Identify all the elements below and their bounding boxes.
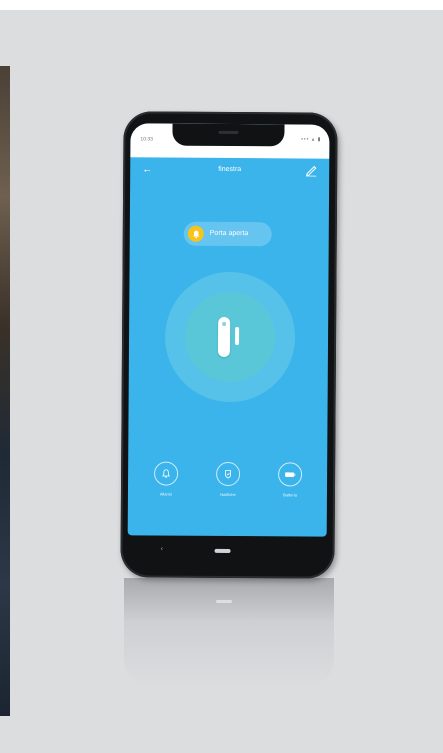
shield-icon — [216, 461, 241, 487]
door-status-label: Porta aperta — [209, 229, 249, 238]
system-nav-bar: ‹ — [120, 535, 334, 578]
battery-icon — [278, 462, 303, 487]
status-time: 10:33 — [140, 136, 153, 143]
sensor-magnet-icon — [234, 327, 240, 346]
nav-back-icon[interactable]: ‹ — [161, 546, 163, 553]
bottom-band — [0, 717, 443, 753]
alarms-button[interactable]: Allarmi — [136, 461, 196, 497]
battery-button[interactable]: Batteria — [260, 462, 320, 497]
phone-screen: 10:33 ••• ▴ ▮ ← finestra Porta aperta Al… — [127, 123, 330, 537]
battery-label: Batteria — [283, 492, 297, 498]
top-band — [0, 0, 443, 10]
phone-reflection — [124, 578, 334, 688]
status-icons: ••• ▴ ▮ — [301, 136, 322, 143]
sensor-halo-outer — [164, 271, 296, 403]
background-photo-strip — [0, 66, 10, 716]
nav-home-pill[interactable] — [214, 548, 231, 554]
door-sensor-icon — [217, 316, 231, 358]
notch — [172, 123, 285, 147]
speaker-grille — [218, 130, 239, 135]
sensor-halo-inner — [184, 291, 276, 383]
bell-icon — [187, 225, 204, 242]
reflection-home-pill — [216, 600, 232, 603]
page-title: finestra — [218, 165, 242, 174]
bottom-actions: Allarmi Notifiche Batteria — [128, 461, 327, 522]
alarms-label: Allarmi — [159, 491, 173, 497]
app-header: ← finestra — [130, 159, 329, 186]
pencil-icon[interactable] — [304, 163, 318, 177]
notifications-label: Notifiche — [220, 491, 236, 498]
notifications-button[interactable]: Notifiche — [198, 461, 258, 498]
bell-icon — [154, 461, 179, 486]
sensor-led — [222, 321, 227, 326]
door-status-badge: Porta aperta — [183, 221, 272, 247]
smartphone: 10:33 ••• ▴ ▮ ← finestra Porta aperta Al… — [120, 111, 338, 579]
